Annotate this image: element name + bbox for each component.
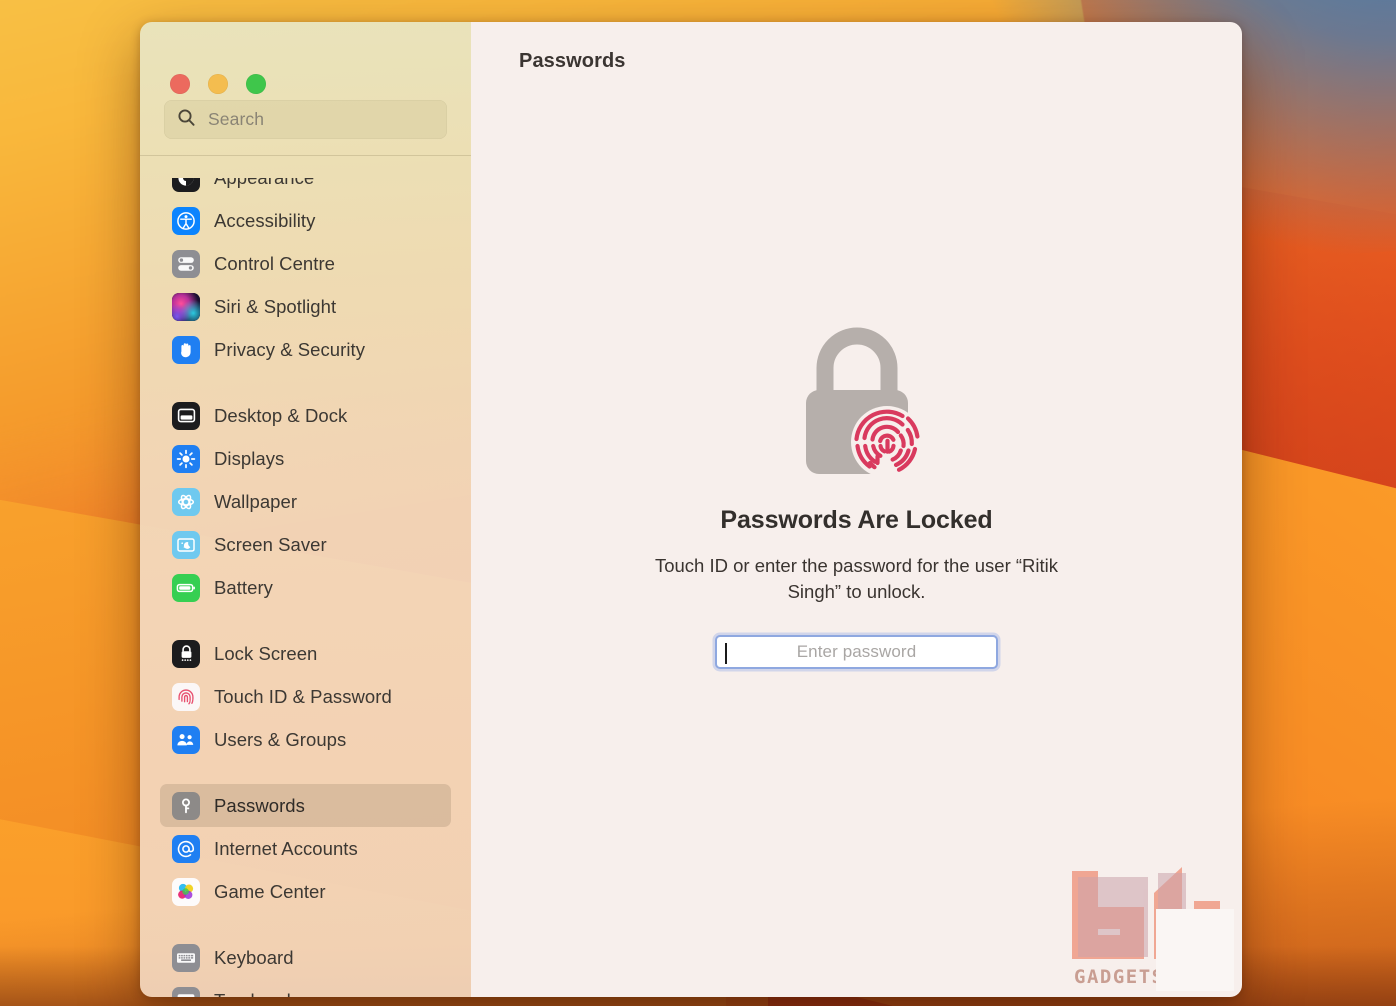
touch-id-icon bbox=[172, 682, 200, 711]
sidebar-item-siri-spotlight[interactable]: Siri & Spotlight bbox=[160, 285, 451, 328]
sidebar-item-keyboard[interactable]: Keyboard bbox=[160, 936, 451, 979]
sidebar-nav-list[interactable]: Appearance Accessibility bbox=[140, 178, 471, 997]
main-content-pane: Passwords Passwords Are Locked Touch ID … bbox=[471, 22, 1242, 997]
watermark-text: GADGETS bbox=[1074, 966, 1165, 988]
keyboard-icon bbox=[172, 943, 200, 972]
sidebar-item-label: Lock Screen bbox=[214, 642, 318, 664]
sidebar-item-screen-saver[interactable]: Screen Saver bbox=[160, 523, 451, 566]
locked-description: Touch ID or enter the password for the u… bbox=[654, 555, 1059, 603]
sidebar-item-label: Siri & Spotlight bbox=[214, 295, 337, 317]
window-titlebar bbox=[140, 22, 471, 100]
passwords-locked-block: Passwords Are Locked Touch ID or enter t… bbox=[471, 322, 1242, 669]
sidebar-item-trackpad[interactable]: Trackpad bbox=[160, 979, 451, 997]
battery-icon bbox=[172, 573, 200, 602]
lock-with-fingerprint-icon bbox=[805, 327, 922, 478]
trackpad-icon bbox=[172, 986, 200, 997]
sidebar-item-lock-screen[interactable]: Lock Screen bbox=[160, 632, 451, 675]
sidebar-item-label: Keyboard bbox=[214, 946, 294, 968]
sidebar-item-label: Trackpad bbox=[214, 990, 291, 998]
system-settings-window: Search Appearance bbox=[140, 22, 1242, 997]
sidebar-item-label: Wallpaper bbox=[214, 490, 298, 512]
sidebar-item-label: Displays bbox=[214, 447, 285, 469]
accessibility-icon bbox=[172, 206, 200, 235]
sidebar-item-appearance[interactable]: Appearance bbox=[160, 178, 451, 199]
sidebar-item-battery[interactable]: Battery bbox=[160, 566, 451, 609]
password-input[interactable] bbox=[717, 636, 996, 667]
sidebar-item-label: Appearance bbox=[214, 178, 314, 189]
sidebar-item-label: Game Center bbox=[214, 880, 326, 902]
sidebar-item-label: Screen Saver bbox=[214, 533, 327, 555]
lock-screen-icon bbox=[172, 639, 200, 668]
sidebar-item-label: Passwords bbox=[214, 794, 305, 816]
password-field-container[interactable] bbox=[715, 634, 998, 669]
sidebar-item-label: Users & Groups bbox=[214, 728, 347, 750]
screen-saver-icon bbox=[172, 530, 200, 559]
sidebar-item-wallpaper[interactable]: Wallpaper bbox=[160, 480, 451, 523]
locked-heading: Passwords Are Locked bbox=[720, 506, 993, 534]
traffic-light-buttons bbox=[170, 74, 266, 94]
search-field[interactable]: Search bbox=[164, 100, 447, 139]
watermark-white-block bbox=[1156, 909, 1234, 991]
siri-icon bbox=[172, 292, 200, 321]
sidebar-item-label: Touch ID & Password bbox=[214, 685, 392, 707]
desktop-dock-icon bbox=[172, 401, 200, 430]
sidebar-item-passwords[interactable]: Passwords bbox=[160, 784, 451, 827]
sidebar-item-accessibility[interactable]: Accessibility bbox=[160, 199, 451, 242]
search-container: Search bbox=[140, 100, 471, 139]
gadgets-watermark: GADGETS bbox=[1062, 867, 1234, 997]
sidebar-item-game-center[interactable]: Game Center bbox=[160, 870, 451, 913]
sidebar-item-label: Internet Accounts bbox=[214, 837, 358, 859]
sidebar-item-label: Desktop & Dock bbox=[214, 404, 348, 426]
sidebar-item-desktop-dock[interactable]: Desktop & Dock bbox=[160, 394, 451, 437]
search-icon bbox=[177, 108, 196, 132]
control-centre-icon bbox=[172, 249, 200, 278]
wallpaper-icon bbox=[172, 487, 200, 516]
sidebar: Search Appearance bbox=[140, 22, 471, 997]
internet-accounts-icon bbox=[172, 834, 200, 863]
sidebar-item-label: Accessibility bbox=[214, 209, 316, 231]
privacy-security-icon bbox=[172, 335, 200, 364]
close-button[interactable] bbox=[170, 74, 190, 94]
game-center-icon bbox=[172, 877, 200, 906]
sidebar-item-label: Control Centre bbox=[214, 252, 336, 274]
sidebar-item-displays[interactable]: Displays bbox=[160, 437, 451, 480]
sidebar-item-label: Battery bbox=[214, 576, 273, 598]
sidebar-item-control-centre[interactable]: Control Centre bbox=[160, 242, 451, 285]
text-caret bbox=[725, 642, 727, 664]
zoom-button[interactable] bbox=[246, 74, 266, 94]
users-groups-icon bbox=[172, 725, 200, 754]
minimize-button[interactable] bbox=[208, 74, 228, 94]
passwords-key-icon bbox=[172, 791, 200, 820]
sidebar-item-users-groups[interactable]: Users & Groups bbox=[160, 718, 451, 761]
search-placeholder: Search bbox=[208, 109, 265, 129]
sidebar-item-touch-id-password[interactable]: Touch ID & Password bbox=[160, 675, 451, 718]
displays-icon bbox=[172, 444, 200, 473]
sidebar-divider bbox=[140, 155, 471, 156]
sidebar-item-internet-accounts[interactable]: Internet Accounts bbox=[160, 827, 451, 870]
sidebar-item-label: Privacy & Security bbox=[214, 338, 365, 360]
appearance-icon bbox=[172, 178, 200, 192]
page-title: Passwords bbox=[519, 50, 626, 72]
sidebar-item-privacy-security[interactable]: Privacy & Security bbox=[160, 328, 451, 371]
